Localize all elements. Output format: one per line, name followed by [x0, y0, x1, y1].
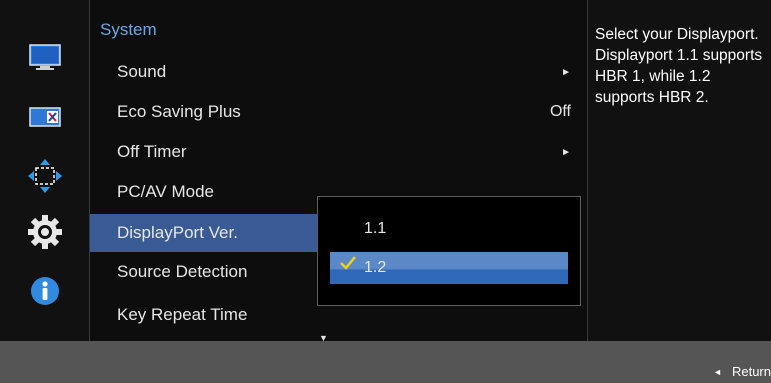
- checkmark-icon: [340, 256, 356, 270]
- displayport-version-submenu: 1.1 1.2: [317, 196, 581, 306]
- menu-item-label: Off Timer: [117, 142, 187, 161]
- return-label: Return: [731, 364, 771, 379]
- picture-icon[interactable]: [27, 41, 63, 77]
- menu-title: System: [100, 20, 157, 39]
- submenu-arrow-icon: ►: [561, 146, 571, 158]
- system-gear-icon[interactable]: [27, 214, 63, 250]
- return-button[interactable]: ◄ Return: [713, 364, 771, 379]
- menu-item-displayport-ver[interactable]: DisplayPort Ver.: [90, 214, 317, 252]
- menu-item-label: Sound: [117, 62, 167, 81]
- option-label: 1.1: [364, 220, 387, 237]
- menu-item-sound[interactable]: Sound ►: [90, 53, 587, 91]
- screen-adjust-icon[interactable]: [27, 99, 63, 135]
- menu-item-value: Off: [549, 103, 571, 120]
- information-icon[interactable]: [27, 273, 63, 309]
- return-arrow-icon: ◄: [713, 366, 722, 377]
- option-label: 1.2: [364, 259, 387, 276]
- option-1-2[interactable]: 1.2: [330, 252, 568, 284]
- submenu-arrow-icon: ►: [561, 66, 571, 78]
- menu-item-off-timer[interactable]: Off Timer ►: [90, 133, 587, 171]
- menu-item-label: PC/AV Mode: [117, 182, 215, 201]
- menu-item-label: DisplayPort Ver.: [117, 223, 238, 242]
- menu-item-label: Eco Saving Plus: [117, 102, 241, 121]
- position-icon[interactable]: [27, 158, 63, 194]
- menu-item-eco-saving-plus[interactable]: Eco Saving Plus Off: [90, 93, 587, 131]
- menu-item-label: Key Repeat Time: [117, 305, 248, 324]
- help-panel: Select your Displayport. Displayport 1.1…: [587, 0, 771, 341]
- menu-item-label: Source Detection: [117, 262, 248, 281]
- help-text: Select your Displayport. Displayport 1.1…: [595, 26, 763, 106]
- category-rail: [0, 0, 90, 341]
- option-1-1[interactable]: 1.1: [330, 213, 568, 245]
- monitor-osd: System Sound ► Eco Saving Plus Off Off T…: [0, 0, 771, 383]
- footer-bar: ◄ Return: [0, 341, 771, 383]
